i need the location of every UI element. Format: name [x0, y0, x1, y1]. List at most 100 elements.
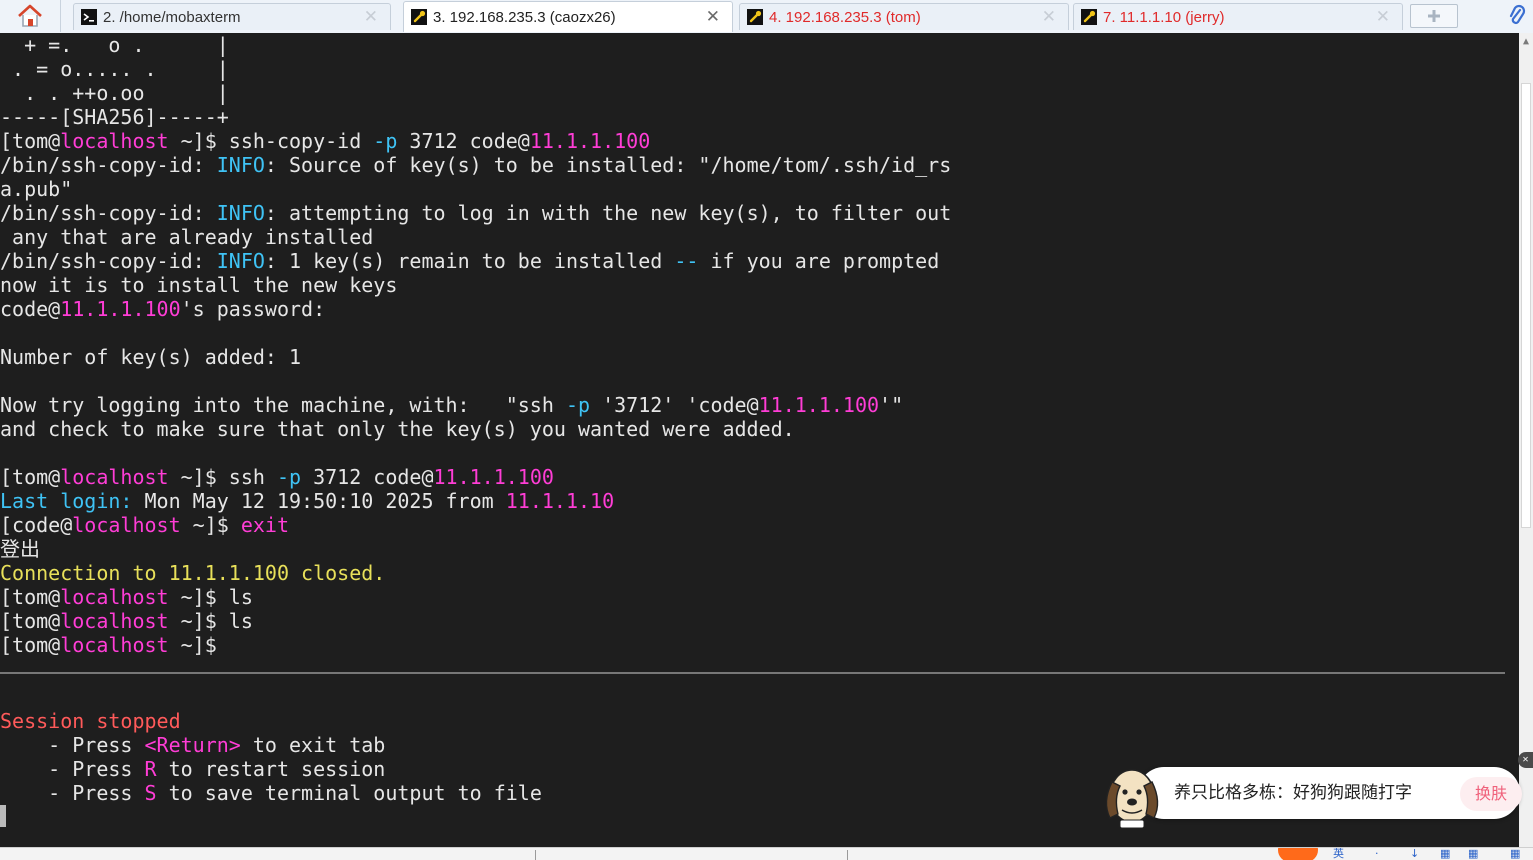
terminal-line: Now try logging into the machine, with: …	[0, 393, 903, 417]
terminal-text-segment: 11.1.1.10	[505, 489, 615, 513]
terminal-text-segment: R	[144, 757, 157, 781]
tab-close-icon[interactable]: ✕	[1376, 7, 1390, 27]
terminal-line: . = o..... . |	[0, 57, 229, 81]
session-tab[interactable]: 7. 11.1.1.10 (jerry) ✕	[1073, 3, 1403, 30]
session-tab-label: 4. 192.168.235.3 (tom)	[769, 8, 921, 26]
terminal-text-segment: INFO	[216, 201, 265, 225]
ime-toolbar-glyph[interactable]: ▦	[1468, 848, 1478, 860]
terminal-text-segment: 11.1.1.100	[529, 129, 651, 153]
terminal-text-segment: INFO	[216, 153, 265, 177]
terminal-line: /bin/ssh-copy-id: INFO: attempting to lo…	[0, 201, 951, 225]
terminal-text-segment: [code@	[0, 513, 73, 537]
terminal-line: Connection to 11.1.1.100 closed.	[0, 561, 385, 585]
scroll-up-arrow-icon[interactable]: ▲	[1519, 35, 1533, 49]
terminal-text-segment: localhost	[60, 585, 169, 609]
bottom-taskbar-strip: 英 · ↓ ▦ ▦ ▦	[0, 847, 1533, 860]
terminal-line: /bin/ssh-copy-id: INFO: 1 key(s) remain …	[0, 249, 939, 273]
terminal-text-segment: Now try logging into the machine, with: …	[0, 393, 566, 417]
terminal-text-segment: to exit tab	[240, 733, 386, 757]
terminal-text-segment: localhost	[60, 129, 169, 153]
new-tab-button[interactable]	[1410, 4, 1458, 28]
terminal-text-segment: 's password:	[180, 297, 326, 321]
tab-close-icon[interactable]: ✕	[364, 7, 378, 27]
session-tab-label: 2. /home/mobaxterm	[103, 8, 241, 26]
terminal-text-segment: '"	[879, 393, 904, 417]
terminal-line: Last login: Mon May 12 19:50:10 2025 fro…	[0, 489, 614, 513]
terminal-text-segment: - Press	[0, 733, 145, 757]
terminal-text-segment: 11.1.1.100	[60, 297, 181, 321]
ime-toolbar-glyph[interactable]: ↓	[1410, 848, 1419, 860]
terminal-text-segment: a.pub"	[0, 177, 73, 201]
terminal-text-segment: : Source of key(s) to be installed: "/ho…	[264, 153, 952, 177]
terminal-text-segment: now it is to install the new keys	[0, 273, 398, 297]
terminal-text-segment: 11.1.1.100	[758, 393, 880, 417]
terminal-line: - Press <Return> to exit tab	[0, 733, 385, 757]
terminal-text-segment: to restart session	[156, 757, 386, 781]
terminal-line: -----[SHA256]-----+	[0, 105, 229, 129]
ime-toolbar-glyph[interactable]: ▦	[1510, 848, 1520, 860]
terminal-line: [tom@localhost ~]$ ls	[0, 609, 253, 633]
terminal-text-segment: ~]$	[168, 633, 217, 657]
session-tab[interactable]: 4. 192.168.235.3 (tom) ✕	[739, 3, 1069, 30]
session-tab[interactable]: 2. /home/mobaxterm ✕	[73, 3, 391, 30]
terminal-line: code@11.1.1.100's password:	[0, 297, 325, 321]
scrollbar-thumb[interactable]	[1521, 83, 1531, 528]
terminal-text-segment: localhost	[60, 633, 169, 657]
terminal-text-segment: Session stopped	[0, 709, 181, 733]
ime-logo-icon[interactable]	[1278, 848, 1318, 860]
terminal-text-segment: - Press	[0, 781, 145, 805]
terminal-text-segment: and check to make sure that only the key…	[0, 417, 795, 441]
terminal-line: - Press S to save terminal output to fil…	[0, 781, 542, 805]
terminal-text-segment: : attempting to log in with the new key(…	[264, 201, 952, 225]
close-icon[interactable]: ✕	[1518, 752, 1533, 768]
attach-button[interactable]	[1504, 3, 1530, 29]
terminal-line: [code@localhost ~]$ exit	[0, 513, 289, 537]
ime-toolbar-glyph[interactable]: 英	[1333, 848, 1344, 860]
terminal-text-segment: [tom@	[0, 129, 61, 153]
terminal-text-segment: localhost	[60, 465, 169, 489]
terminal-text-segment: localhost	[60, 609, 169, 633]
session-separator	[0, 672, 1505, 674]
terminal-text-segment: if you are prompted	[698, 249, 940, 273]
terminal-text-segment: /bin/ssh-copy-id:	[0, 153, 217, 177]
session-tab-label: 3. 192.168.235.3 (caozx26)	[433, 8, 616, 26]
ime-toolbar-glyph[interactable]: ▦	[1440, 848, 1450, 860]
terminal-line: 登出	[0, 537, 40, 561]
ime-promo-popup[interactable]: 养只比格多栋：好狗狗跟随打字 换肤	[1138, 767, 1522, 819]
terminal-text-segment: /bin/ssh-copy-id:	[0, 201, 217, 225]
home-button[interactable]	[0, 0, 61, 32]
terminal-line: [tom@localhost ~]$	[0, 633, 217, 657]
tab-close-icon[interactable]: ✕	[706, 7, 720, 27]
terminal-text-segment: -p	[276, 465, 302, 489]
terminal-text-segment: - Press	[0, 757, 145, 781]
terminal-text-segment: ~]$ ssh-copy-id	[168, 129, 374, 153]
tab-bar: 2. /home/mobaxterm ✕ 3. 192.168.235.3 (cao…	[0, 0, 1533, 34]
terminal-text-segment: S	[144, 781, 157, 805]
terminal-line: [tom@localhost ~]$ ls	[0, 585, 253, 609]
terminal-text-segment: 11.1.1.100	[433, 465, 554, 489]
terminal-output[interactable]: + =. o . | . = o..... . | . . ++o.oo | --…	[0, 33, 1519, 847]
terminal-text-segment: Connection to 11.1.1.100 closed.	[0, 561, 386, 585]
terminal-text-segment: + =. o . |	[0, 33, 229, 57]
terminal-text-segment: 3712 code@	[301, 465, 434, 489]
terminal-text-segment: exit	[240, 513, 290, 537]
home-icon	[18, 4, 42, 27]
terminal-line: + =. o . |	[0, 33, 229, 57]
ime-toolbar-glyph[interactable]: ·	[1375, 848, 1379, 860]
terminal-text-segment: ~]$ ssh	[168, 465, 277, 489]
terminal-scrollbar[interactable]: ▲	[1519, 33, 1533, 847]
terminal-text-segment: Number of key(s) added: 1	[0, 345, 302, 369]
tab-close-icon[interactable]: ✕	[1042, 7, 1056, 27]
terminal-text-segment: INFO	[216, 249, 265, 273]
ssh-key-icon	[747, 9, 763, 25]
skin-change-button[interactable]: 换肤	[1460, 777, 1522, 811]
terminal-line: [tom@localhost ~]$ ssh-copy-id -p 3712 c…	[0, 129, 650, 153]
session-tab[interactable]: 3. 192.168.235.3 (caozx26) ✕	[403, 1, 733, 32]
beagle-dog-mascot-icon[interactable]	[1092, 752, 1172, 832]
terminal-text-segment: : 1 key(s) remain to be installed	[264, 249, 675, 273]
terminal-text-segment: . . ++o.oo |	[0, 81, 229, 105]
terminal-text-segment: to save terminal output to file	[156, 781, 542, 805]
terminal-line: and check to make sure that only the key…	[0, 417, 795, 441]
terminal-text-segment: [tom@	[0, 585, 61, 609]
terminal-text-segment: '3712' 'code@	[590, 393, 759, 417]
